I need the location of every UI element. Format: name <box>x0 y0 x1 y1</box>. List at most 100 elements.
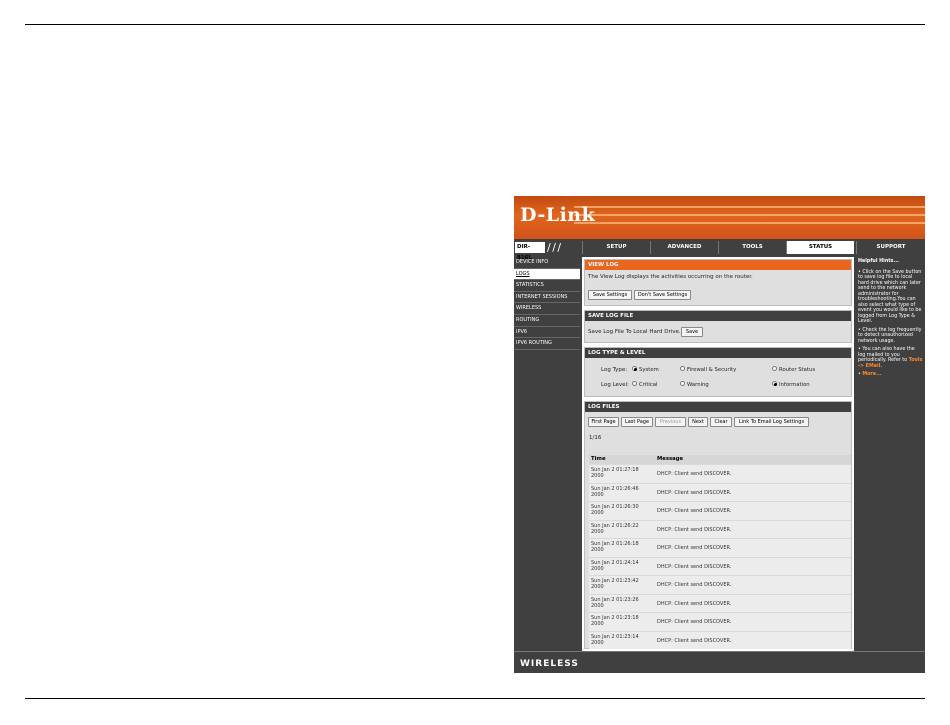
sidebar-item-routing[interactable]: ROUTING <box>514 315 580 327</box>
last-page-button[interactable]: Last Page <box>621 417 653 427</box>
tab-status[interactable]: STATUS <box>786 241 854 254</box>
hint-more: • More... <box>858 372 882 377</box>
first-page-button[interactable]: First Page <box>588 417 619 427</box>
row-time: Sun Jan 2 01:23:18 2000 <box>591 615 639 627</box>
column-time: Time <box>591 456 606 462</box>
row-message: DHCP: Client send DISCOVER. <box>657 582 732 588</box>
sidebar-item-ipv6[interactable]: IPV6 <box>514 327 580 339</box>
footer-bar: WIRELESS <box>514 651 925 673</box>
row-message: DHCP: Client send DISCOVER. <box>657 508 732 514</box>
table-row: Sun Jan 2 01:26:30 2000 DHCP: Client send… <box>589 501 851 520</box>
radio-icon <box>772 366 777 371</box>
banner-streak <box>574 214 925 216</box>
sidebar: DEVICE INFO LOGS STATISTICS INTERNET SES… <box>514 257 580 350</box>
radio-router-status[interactable]: Router Status <box>772 366 815 374</box>
next-button[interactable]: Next <box>688 417 708 427</box>
hint-email: • You can also have the log mailed to yo… <box>858 347 923 369</box>
table-header: Time Message <box>589 455 851 464</box>
table-row: Sun Jan 2 01:26:46 2000 DHCP: Client send… <box>589 482 851 501</box>
log-type-section: LOG TYPE & LEVEL Log Type: System Firewa… <box>584 347 852 397</box>
dont-save-settings-button[interactable]: Don't Save Settings <box>634 290 691 300</box>
wireless-logo: WIRELESS <box>520 659 579 669</box>
save-log-button[interactable]: Save <box>681 327 703 337</box>
row-time: Sun Jan 2 01:27:18 2000 <box>591 467 639 479</box>
radio-critical[interactable]: Critical <box>632 381 658 389</box>
clear-button[interactable]: Clear <box>710 417 732 427</box>
log-type-label: Log Type: <box>601 367 628 373</box>
log-files-section: LOG FILES First Page Last Page Previous … <box>584 401 852 649</box>
previous-button[interactable]: Previous <box>655 417 686 427</box>
row-time: Sun Jan 2 01:23:26 2000 <box>591 596 639 609</box>
view-log-section: VIEW LOG The View Log displays the activ… <box>584 259 852 306</box>
row-time: Sun Jan 2 01:26:30 2000 <box>591 504 639 516</box>
radio-icon <box>680 381 685 386</box>
table-row: Sun Jan 2 01:26:22 2000 DHCP: Client send… <box>589 519 851 538</box>
brand-banner: D-Link <box>514 196 925 239</box>
section-title: VIEW LOG <box>585 260 851 270</box>
row-message: DHCP: Client send DISCOVER. <box>657 619 732 625</box>
table-row: Sun Jan 2 01:23:14 2000 DHCP: Client send… <box>589 630 851 649</box>
radio-information[interactable]: Information <box>772 381 810 389</box>
sidebar-item-ipv6-routing[interactable]: IPV6 ROUTING <box>514 338 580 350</box>
table-row: Sun Jan 2 01:23:26 2000 DHCP: Client send… <box>589 593 851 612</box>
row-time: Sun Jan 2 01:24:14 2000 <box>591 559 639 572</box>
row-message: DHCP: Client send DISCOVER. <box>657 545 732 551</box>
radio-firewall-security[interactable]: Firewall & Security <box>680 366 736 374</box>
row-message: DHCP: Client send DISCOVER. <box>657 489 732 496</box>
row-message: DHCP: Client send DISCOVER. <box>657 600 732 607</box>
banner-streak <box>574 222 925 224</box>
radio-checked-icon <box>632 366 637 371</box>
radio-system[interactable]: System <box>632 366 659 374</box>
dlink-logo: D-Link <box>520 204 596 226</box>
helpful-hints-panel: Helpful Hints... • Click on the Save but… <box>856 257 925 651</box>
row-message: DHCP: Client send DISCOVER. <box>657 526 732 533</box>
radio-icon <box>632 381 637 386</box>
bottom-rule <box>25 698 925 699</box>
radio-warning[interactable]: Warning <box>680 381 709 389</box>
table-row: Sun Jan 2 01:26:18 2000 DHCP: Client send… <box>589 538 851 557</box>
helpful-hints-title: Helpful Hints... <box>858 259 899 264</box>
top-rule <box>25 24 925 25</box>
sidebar-item-statistics[interactable]: STATISTICS <box>514 280 580 292</box>
tab-setup[interactable]: SETUP <box>582 241 650 254</box>
row-time: Sun Jan 2 01:23:14 2000 <box>591 633 639 646</box>
table-row: Sun Jan 2 01:27:18 2000 DHCP: Client send… <box>589 464 851 483</box>
tab-support[interactable]: SUPPORT <box>856 241 925 254</box>
row-message: DHCP: Client send DISCOVER. <box>657 471 732 477</box>
row-time: Sun Jan 2 01:26:46 2000 <box>591 485 639 498</box>
model-label: DIR-816L <box>515 242 545 261</box>
hint-check: • Check the log frequently to detect una… <box>858 327 922 344</box>
save-settings-button[interactable]: Save Settings <box>588 290 632 300</box>
column-message: Message <box>657 456 684 462</box>
radio-icon <box>680 366 685 371</box>
top-nav: DIR-816L / / / SETUP ADVANCED TOOLS STAT… <box>514 241 925 261</box>
slash-decoration: / / / <box>547 241 561 254</box>
sidebar-item-logs[interactable]: LOGS <box>514 268 580 281</box>
row-time: Sun Jan 2 01:23:42 2000 <box>591 578 639 590</box>
section-title: SAVE LOG FILE <box>585 311 851 321</box>
section-title: LOG FILES <box>585 402 851 412</box>
table-row: Sun Jan 2 01:24:14 2000 DHCP: Client send… <box>589 556 851 575</box>
view-log-description: The View Log displays the activities occ… <box>588 274 753 280</box>
save-log-section: SAVE LOG FILE Save Log File To Local Har… <box>584 310 852 343</box>
log-level-label: Log Level: <box>601 382 629 388</box>
banner-streak <box>574 206 925 208</box>
router-screenshot: D-Link DIR-816L / / / SETUP ADVANCED TOO… <box>514 196 925 673</box>
tab-tools[interactable]: TOOLS <box>718 241 786 254</box>
save-log-label: Save Log File To Local Hard Drive. <box>588 329 681 335</box>
tab-advanced[interactable]: ADVANCED <box>650 241 718 254</box>
hint-save: • Click on the Save button to save log f… <box>858 269 922 325</box>
table-row: Sun Jan 2 01:23:18 2000 DHCP: Client send… <box>589 612 851 631</box>
more-link[interactable]: More... <box>862 372 881 377</box>
sidebar-item-device-info[interactable]: DEVICE INFO <box>514 257 580 269</box>
sidebar-item-internet-sessions[interactable]: INTERNET SESSIONS <box>514 292 580 304</box>
log-table: Time Message Sun Jan 2 01:27:18 2000 DHCP… <box>589 455 851 649</box>
row-message: DHCP: Client send DISCOVER. <box>657 637 732 644</box>
email-log-settings-button[interactable]: Link To Email Log Settings <box>734 417 809 427</box>
section-title: LOG TYPE & LEVEL <box>585 348 851 358</box>
row-time: Sun Jan 2 01:26:22 2000 <box>591 522 639 535</box>
table-row: Sun Jan 2 01:23:42 2000 DHCP: Client send… <box>589 575 851 594</box>
sidebar-item-wireless[interactable]: WIRELESS <box>514 303 580 315</box>
radio-checked-icon <box>772 381 777 386</box>
row-message: DHCP: Client send DISCOVER. <box>657 563 732 570</box>
